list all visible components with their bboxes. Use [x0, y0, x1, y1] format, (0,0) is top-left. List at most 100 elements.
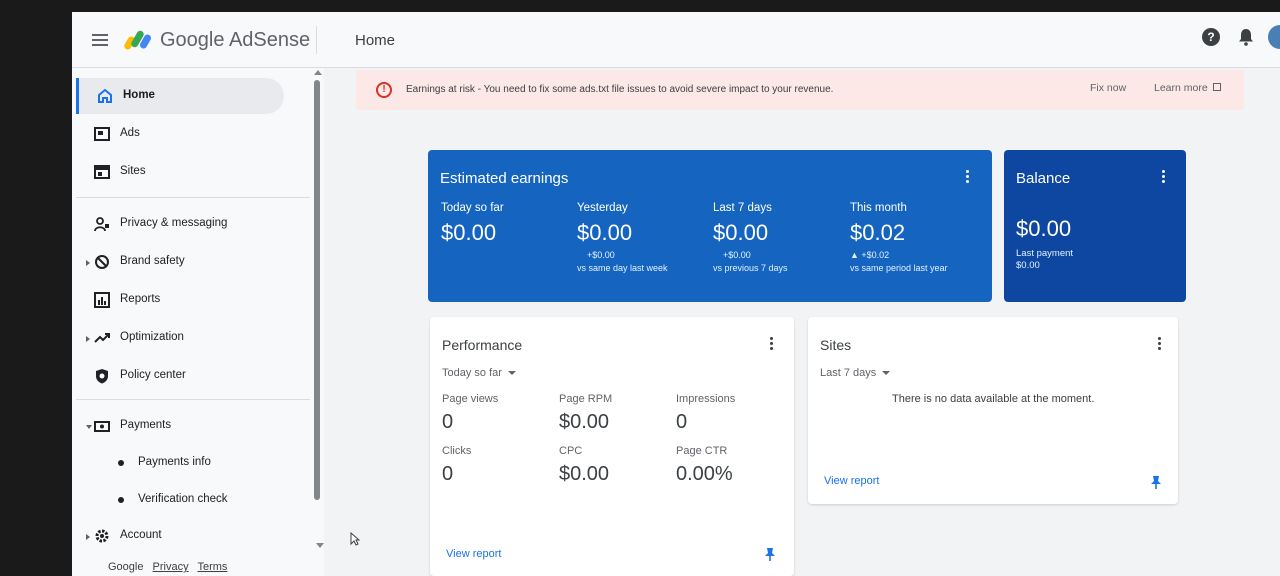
last-payment-label: Last payment: [1016, 248, 1074, 259]
perf-label: Clicks: [442, 445, 472, 457]
sidebar-item-sites[interactable]: Sites: [76, 154, 284, 190]
sidebar-item-ads[interactable]: Ads: [76, 116, 284, 152]
expand-arrow-icon[interactable]: [86, 534, 90, 540]
learn-more-label: Learn more: [1154, 82, 1208, 94]
footer-privacy-link[interactable]: Privacy: [153, 561, 189, 573]
sidebar-divider: [76, 399, 310, 400]
privacy-icon: [94, 217, 109, 232]
perf-label: Page RPM: [559, 393, 613, 405]
metric-label: Today so far: [441, 202, 504, 214]
sidebar-item-optimization[interactable]: Optimization: [76, 320, 284, 356]
header-divider: [316, 26, 317, 54]
performance-view-report-link[interactable]: View report: [446, 548, 501, 560]
perf-clicks: Clicks 0: [442, 445, 552, 486]
trending-up-icon: [94, 333, 110, 343]
help-icon[interactable]: ?: [1202, 28, 1220, 46]
perf-label: Impressions: [676, 393, 736, 405]
ads-icon: [94, 127, 110, 141]
menu-icon[interactable]: [92, 34, 108, 46]
sidebar-scrollbar[interactable]: [314, 80, 320, 500]
sidebar-item-brand-safety[interactable]: Brand safety: [76, 244, 284, 280]
balance-title: Balance: [1016, 170, 1071, 187]
adsense-window: Google AdSense Home ? Home Ads Sites Pri…: [72, 12, 1280, 576]
sidebar-item-label: Verification check: [138, 493, 228, 505]
learn-more-button[interactable]: Learn more: [1154, 82, 1221, 94]
brand-name: Google AdSense: [160, 29, 311, 51]
perf-value: 0: [676, 411, 688, 433]
footer-terms-link[interactable]: Terms: [197, 561, 227, 573]
perf-label: Page CTR: [676, 445, 728, 457]
sites-icon: [94, 165, 110, 179]
expand-arrow-icon[interactable]: [86, 336, 90, 342]
account-avatar[interactable]: [1268, 25, 1280, 49]
more-vert-icon[interactable]: [1158, 337, 1162, 353]
performance-range-dropdown[interactable]: Today so far: [442, 367, 516, 379]
scroll-down-arrow-icon[interactable]: [316, 543, 324, 548]
sidebar-item-label: Sites: [120, 165, 146, 177]
performance-card: Performance Today so far Page views 0 Pa…: [430, 317, 794, 576]
sites-view-report-link[interactable]: View report: [824, 475, 879, 487]
sidebar-item-label: Policy center: [120, 369, 186, 381]
sidebar-item-policy-center[interactable]: Policy center: [76, 358, 284, 394]
more-vert-icon[interactable]: [1162, 170, 1166, 186]
metric-this-month: This month $0.02 ▲ +$0.02 vs same period…: [850, 202, 990, 273]
home-icon: [98, 88, 112, 103]
sidebar-item-verification-check[interactable]: Verification check: [116, 485, 296, 515]
notifications-bell-icon[interactable]: [1238, 28, 1254, 46]
sidebar-item-account[interactable]: Account: [76, 518, 284, 554]
perf-value: $0.00: [559, 411, 610, 433]
more-vert-icon[interactable]: [770, 337, 774, 353]
error-icon: !: [376, 82, 392, 98]
estimated-earnings-card: Estimated earnings Today so far $0.00 Ye…: [428, 150, 992, 302]
metric-comparison: vs same day last week: [577, 263, 668, 273]
perf-page-rpm: Page RPM $0.00: [559, 393, 669, 434]
sidebar-item-reports[interactable]: Reports: [76, 282, 284, 318]
metric-value: $0.00: [577, 220, 633, 245]
perf-label: Page views: [442, 393, 499, 405]
mouse-cursor-icon: [350, 532, 360, 546]
shield-icon: [96, 369, 108, 384]
metric-value: $0.00: [441, 220, 497, 245]
perf-label: CPC: [559, 445, 583, 457]
external-link-icon: [1212, 83, 1221, 91]
sidebar-item-payments-info[interactable]: Payments info: [116, 448, 296, 478]
pin-icon[interactable]: [1150, 475, 1162, 489]
perf-page-views: Page views 0: [442, 393, 552, 434]
sites-card: Sites Last 7 days There is no data avail…: [808, 317, 1178, 504]
collapse-arrow-icon[interactable]: [86, 425, 92, 429]
perf-value: 0.00%: [676, 463, 733, 485]
reports-icon: [94, 292, 110, 308]
sidebar-item-payments[interactable]: Payments: [76, 408, 284, 444]
sidebar-item-label: Optimization: [120, 331, 184, 343]
more-vert-icon[interactable]: [966, 170, 970, 186]
scroll-up-arrow-icon[interactable]: [314, 70, 322, 75]
sidebar-item-privacy-messaging[interactable]: Privacy & messaging: [76, 206, 284, 242]
metric-value: $0.00: [713, 220, 769, 245]
page-title: Home: [355, 32, 396, 49]
block-icon: [95, 255, 109, 269]
sidebar-item-label: Home: [123, 89, 155, 101]
sidebar: Home Ads Sites Privacy & messaging Brand…: [72, 68, 324, 576]
pin-icon[interactable]: [764, 547, 776, 561]
sidebar-item-label: Payments info: [138, 456, 211, 468]
sidebar-item-label: Payments: [120, 419, 172, 431]
metric-yesterday: Yesterday $0.00 +$0.00 vs same day last …: [577, 202, 707, 273]
sites-range-dropdown[interactable]: Last 7 days: [820, 367, 891, 379]
balance-card: Balance $0.00 Last payment $0.00: [1004, 150, 1186, 302]
metric-label: Yesterday: [577, 202, 628, 214]
last-payment-value: $0.00: [1016, 260, 1040, 271]
perf-cpc: CPC $0.00: [559, 445, 669, 486]
performance-title: Performance: [442, 337, 523, 353]
sidebar-item-label: Ads: [120, 127, 140, 139]
earnings-risk-alert: ! Earnings at risk - You need to fix som…: [356, 70, 1244, 110]
perf-value: 0: [442, 411, 454, 433]
fix-now-button[interactable]: Fix now: [1090, 82, 1126, 94]
balance-value: $0.00: [1016, 216, 1072, 241]
metric-label: This month: [850, 202, 907, 214]
expand-arrow-icon[interactable]: [86, 260, 90, 266]
range-label: Last 7 days: [820, 367, 877, 379]
perf-impressions: Impressions 0: [676, 393, 786, 434]
sidebar-item-home[interactable]: Home: [76, 78, 284, 114]
sidebar-item-label: Account: [120, 529, 162, 541]
footer-google: Google: [108, 561, 144, 573]
